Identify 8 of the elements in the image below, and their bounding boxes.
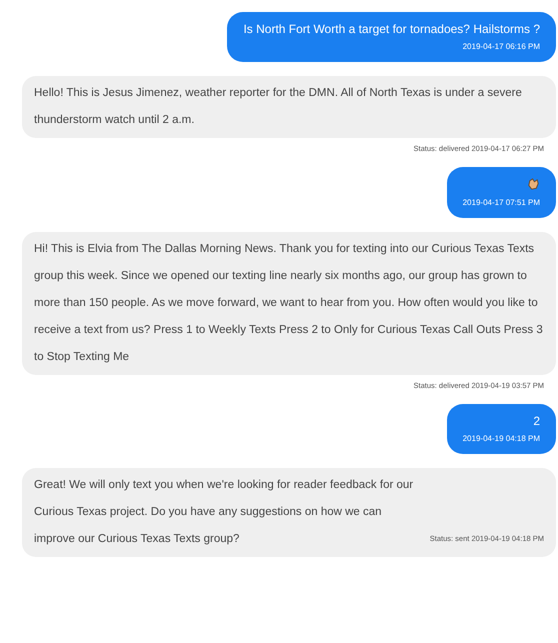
message-text: Is North Fort Worth a target for tornadoes? Hailstorms ? [243,21,540,38]
message-text: Hello! This is Jesus Jimenez, weather reporter for the DMN. All of North Texas is under a severe thunderstorm watch until 2 a.m. [34,86,523,128]
message-time: 2019-04-17 07:51 PM [462,197,540,209]
message-text: Hi! This is Elvia from The Dallas Morning News. Thank you for texting into our Curious Texas Texts group this week. Since we opened our texting line nearly six months ago, our group has grown to more than 150 people. As we move forward, we want to hear from you. How often would you like to receive a text from us? Press 1 to Weekly Texts Press 2 to Only for Curious Texas Call Outs Press 3 to Stop Texting Me [34,242,544,365]
message-time: 2019-04-19 04:18 PM [462,433,540,445]
message-time: 2019-04-17 06:16 PM [462,41,540,53]
message-text: 2 [533,413,540,430]
message-text: Great! We will only text you when we're looking for reader feedback for our Curious Texas project. Do you have any suggestions on how we can improve our Curious Texas Texts group? [34,478,414,547]
